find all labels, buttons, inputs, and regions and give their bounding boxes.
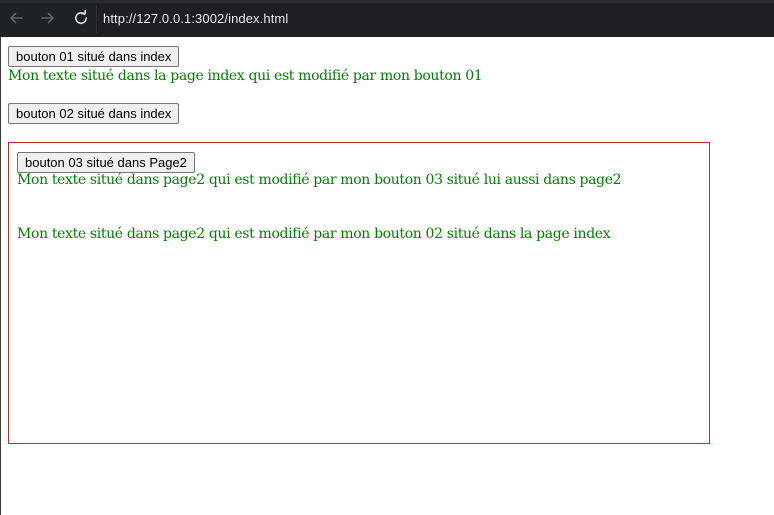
toolbar-top-edge: [0, 0, 774, 3]
forward-button[interactable]: [38, 8, 58, 28]
page2-text-02: Mon texte situé dans page2 qui est modif…: [17, 226, 611, 242]
page2-text-03: Mon texte situé dans page2 qui est modif…: [17, 172, 622, 188]
index-text-01: Mon texte situé dans la page index qui e…: [8, 68, 483, 84]
back-button[interactable]: [6, 8, 26, 28]
button-01[interactable]: bouton 01 situé dans index: [8, 46, 180, 67]
arrow-right-icon: [40, 10, 56, 26]
button-02[interactable]: bouton 02 situé dans index: [8, 103, 180, 124]
button-03[interactable]: bouton 03 situé dans Page2: [17, 152, 195, 173]
page2-iframe: bouton 03 situé dans Page2 Mon texte sit…: [8, 142, 710, 444]
browser-toolbar: http://127.0.0.1:3002/index.html: [0, 0, 774, 37]
page-index: bouton 01 situé dans index Mon texte sit…: [0, 37, 774, 515]
arrow-left-icon: [8, 10, 24, 26]
reload-button[interactable]: [71, 8, 91, 28]
address-bar[interactable]: http://127.0.0.1:3002/index.html: [96, 5, 774, 33]
reload-icon: [73, 10, 89, 26]
address-bar-url: http://127.0.0.1:3002/index.html: [103, 11, 289, 26]
